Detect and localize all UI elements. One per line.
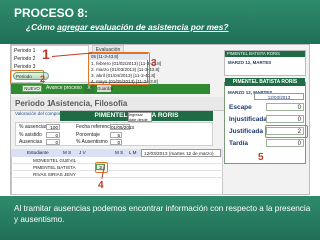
col-header: J V <box>79 150 86 155</box>
subtitle-underlined: agregar evaluación de asistencia por mes… <box>57 22 229 32</box>
subtitle-prefix: ¿Cómo <box>26 22 58 32</box>
period-title: Periodo 1 <box>15 99 52 108</box>
pct-asistido-label: % asistido <box>19 132 42 138</box>
nuevo-button[interactable]: NUEVO <box>22 85 42 92</box>
col-header: M S <box>63 150 72 155</box>
table-row[interactable]: PIMENTEL BATISTA <box>11 164 223 171</box>
step-marker-2: 2 <box>40 74 46 84</box>
mini-panel-subheader: MARZO 12, MARTES <box>228 60 272 65</box>
ausencias-field[interactable]: 0 <box>46 139 60 145</box>
detail-panel-name: PIMENTEL BATISTA RORIS <box>225 78 305 86</box>
highlight-period-select <box>10 70 44 84</box>
step-marker-4: 4 <box>98 180 104 191</box>
slide-subtitle: ¿Cómo agregar evaluación de asistencia p… <box>26 22 228 32</box>
step-marker-1: 1 <box>42 46 50 62</box>
escape-field[interactable]: 0 <box>266 103 304 111</box>
fecha-ref-field[interactable]: 01/05/2013 <box>110 124 134 130</box>
highlight-sheet-cell <box>95 162 108 173</box>
col-header-student: Estudiante <box>27 150 49 155</box>
pct-ausencias-label: % ausencias <box>19 124 48 130</box>
escape-label: Escape <box>229 104 252 111</box>
period-item-1[interactable]: Periodo 1 <box>14 48 35 54</box>
ausencias-label: Ausencias <box>19 139 43 145</box>
ausentismo-field[interactable]: 0 <box>110 139 122 145</box>
injustificada-field[interactable]: 0 <box>266 115 304 123</box>
tardia-field[interactable]: 0 <box>266 139 304 147</box>
avance-proceso-button[interactable]: Avance proceso <box>46 85 82 91</box>
guardar-button[interactable]: Guardar <box>97 85 113 92</box>
period-item-2[interactable]: Periodo 2 <box>14 56 35 62</box>
table-row[interactable]: RIVAS SIRIAS JENY <box>11 171 223 178</box>
highlight-month-dropdown <box>88 52 150 85</box>
ingresar-button[interactable]: Ingresar date desde hoja <box>128 112 152 126</box>
col-header: L M <box>129 150 137 155</box>
justificada-label: Justificada <box>229 128 263 135</box>
table-row[interactable]: MONESTEL GUEVIL <box>11 157 223 164</box>
caption-text: Al tramitar ausencias podemos encontrar … <box>14 204 311 224</box>
highlight-justificada <box>265 125 308 138</box>
ausentismo-label: % Ausentismo <box>76 139 108 145</box>
fecha-ref-label: Fecha referencia <box>76 124 114 130</box>
porcentaje-field[interactable]: 5 <box>110 132 122 138</box>
selected-date-box: 12/03/2013 (martes 12 de marzo) <box>141 149 221 157</box>
col-header: M S <box>115 150 124 155</box>
injustificada-label: Injustificada <box>229 116 267 123</box>
period-subject: Asistencia, Filosofía <box>50 99 128 108</box>
porcentaje-label: Porcentaje <box>76 132 100 138</box>
pct-asistido-field[interactable]: 0 <box>46 132 60 138</box>
excel-icon[interactable]: X <box>84 84 94 93</box>
step-marker-3: 3 <box>151 58 157 69</box>
detail-panel-date: 12/03/2013 <box>254 93 304 100</box>
step-marker-5: 5 <box>258 152 264 163</box>
mini-panel-header: PIMENTEL BATISTA RORIS <box>225 51 305 57</box>
slide-title: PROCESO 8: <box>14 6 89 20</box>
pct-ausencias-field[interactable]: 100 <box>46 124 60 130</box>
tardia-label: Tardía <box>229 140 249 147</box>
stats-panel: % ausencias 100 % asistido 0 Ausencias 0… <box>15 122 213 146</box>
